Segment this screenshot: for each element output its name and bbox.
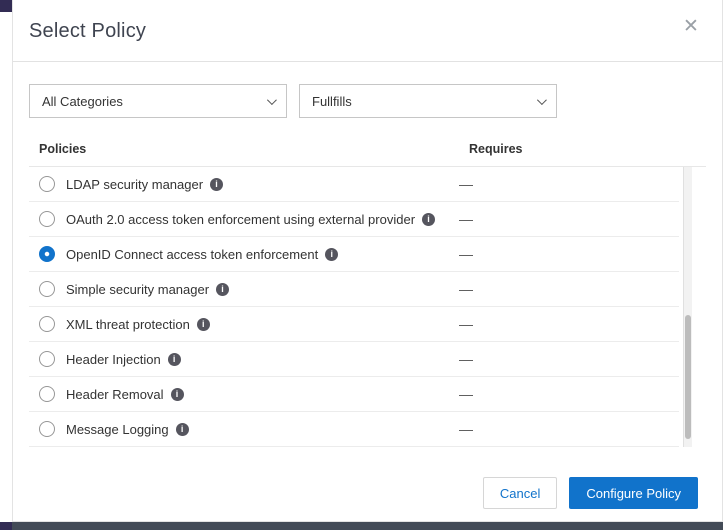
policy-row[interactable]: LDAP security manager i — [29, 167, 679, 202]
filter-bar: All Categories Fullfills [29, 84, 706, 118]
policy-row[interactable]: OpenID Connect access token enforcement … [29, 237, 679, 272]
policy-label: Message Logging [66, 422, 169, 437]
table-header: Policies Requires [29, 142, 706, 158]
policy-row[interactable]: Header Injection i — [29, 342, 679, 377]
requires-value: — [459, 316, 473, 332]
configure-policy-button[interactable]: Configure Policy [569, 477, 698, 509]
requires-value: — [459, 176, 473, 192]
policy-label: Header Removal [66, 387, 164, 402]
dialog-header: Select Policy ✕ [13, 0, 722, 62]
column-header-policies: Policies [39, 142, 86, 156]
dialog-footer: Cancel Configure Policy [483, 477, 698, 509]
chevron-down-icon [267, 95, 277, 105]
info-icon[interactable]: i [176, 423, 189, 436]
policy-row[interactable]: Message Logging i — [29, 412, 679, 447]
info-icon[interactable]: i [325, 248, 338, 261]
categories-dropdown-value: All Categories [42, 94, 123, 109]
policy-row[interactable]: Header Removal i — [29, 377, 679, 412]
categories-dropdown[interactable]: All Categories [29, 84, 287, 118]
policy-radio[interactable] [39, 351, 55, 367]
requires-value: — [459, 246, 473, 262]
policy-list-container: LDAP security manager i — OAuth 2.0 acce… [29, 166, 706, 447]
policy-label: OAuth 2.0 access token enforcement using… [66, 212, 415, 227]
page-background-bottom-bar [0, 522, 723, 530]
requires-value: — [459, 386, 473, 402]
dialog-title: Select Policy [29, 20, 698, 43]
policy-row[interactable]: OAuth 2.0 access token enforcement using… [29, 202, 679, 237]
policy-label: XML threat protection [66, 317, 190, 332]
info-icon[interactable]: i [216, 283, 229, 296]
close-icon[interactable]: ✕ [678, 14, 704, 40]
page-background-sidebar-corner [0, 0, 12, 12]
page-background-sidebar-bottom [0, 522, 12, 530]
policy-radio[interactable] [39, 386, 55, 402]
requires-value: — [459, 351, 473, 367]
chevron-down-icon [537, 95, 547, 105]
requires-value: — [459, 211, 473, 227]
fulfills-dropdown-value: Fullfills [312, 94, 352, 109]
info-icon[interactable]: i [422, 213, 435, 226]
policy-label: Simple security manager [66, 282, 209, 297]
info-icon[interactable]: i [197, 318, 210, 331]
policy-label: LDAP security manager [66, 177, 203, 192]
select-policy-dialog: Select Policy ✕ All Categories Fullfills… [12, 0, 723, 522]
column-header-requires: Requires [469, 142, 523, 156]
policy-radio[interactable] [39, 246, 55, 262]
policy-list: LDAP security manager i — OAuth 2.0 acce… [29, 167, 706, 447]
fulfills-dropdown[interactable]: Fullfills [299, 84, 557, 118]
info-icon[interactable]: i [210, 178, 223, 191]
policy-radio[interactable] [39, 176, 55, 192]
policy-label: Header Injection [66, 352, 161, 367]
info-icon[interactable]: i [168, 353, 181, 366]
cancel-button[interactable]: Cancel [483, 477, 557, 509]
policy-label: OpenID Connect access token enforcement [66, 247, 318, 262]
policy-radio[interactable] [39, 281, 55, 297]
info-icon[interactable]: i [171, 388, 184, 401]
policy-radio[interactable] [39, 421, 55, 437]
requires-value: — [459, 421, 473, 437]
policy-radio[interactable] [39, 211, 55, 227]
policy-row[interactable]: Simple security manager i — [29, 272, 679, 307]
requires-value: — [459, 281, 473, 297]
scrollbar-thumb[interactable] [685, 315, 691, 438]
policy-radio[interactable] [39, 316, 55, 332]
policy-row[interactable]: XML threat protection i — [29, 307, 679, 342]
scrollbar-track[interactable] [683, 167, 692, 447]
